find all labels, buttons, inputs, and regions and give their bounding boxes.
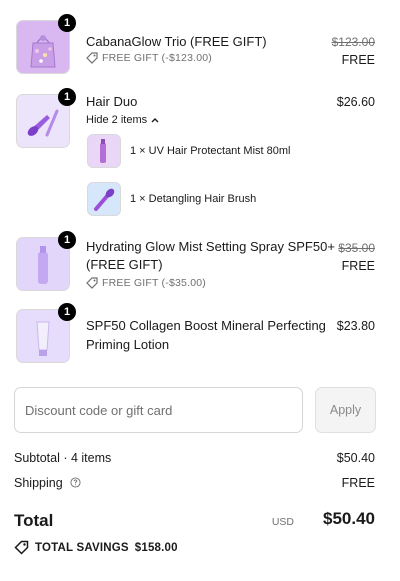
- chevron-up-icon: [151, 118, 159, 123]
- question-circle-icon[interactable]: [70, 477, 81, 488]
- line-item-glow-mist: 1 Hydrating Glow Mist Setting Spray SPF5…: [0, 231, 400, 297]
- product-name-line1: SPF50 Collagen Boost Mineral Perfecting: [86, 318, 326, 333]
- quantity-badge: 1: [58, 231, 76, 249]
- lotion-tube-image: 1: [16, 303, 76, 363]
- total-label: Total: [14, 511, 54, 530]
- tag-icon: [14, 540, 29, 555]
- product-name-line2: Priming Lotion: [86, 337, 170, 352]
- shipping-row: Shipping FREE: [14, 476, 376, 490]
- spray-bottle-image: 1: [16, 231, 76, 291]
- shipping-value: FREE: [341, 476, 375, 490]
- component-label: 1 × UV Hair Protectant Mist 80ml: [130, 145, 291, 157]
- line-item-hair-duo: 1 Hair Duo $26.60 Hide 2 items 1 × UV Ha…: [0, 88, 400, 224]
- discount-text: FREE GIFT (-$123.00): [102, 52, 213, 64]
- subtotal-label: Subtotal · 4 items: [14, 451, 112, 465]
- component-label: 1 × Detangling Hair Brush: [130, 193, 257, 205]
- hair-brush-image: [87, 182, 121, 216]
- subtotal-row: Subtotal · 4 items $50.40: [14, 451, 376, 465]
- original-price: $123.00: [331, 35, 375, 49]
- total-row: Total USD $50.40: [14, 509, 376, 533]
- line-item-collagen-lotion: 1 SPF50 Collagen Boost Mineral Perfectin…: [0, 303, 400, 365]
- discount-text: FREE GIFT (-$35.00): [102, 277, 206, 289]
- mist-bottle-image: [87, 134, 121, 168]
- item-price: FREE: [341, 259, 375, 273]
- subtotal-value: $50.40: [336, 451, 375, 465]
- product-name-line2: (FREE GIFT): [86, 257, 163, 272]
- gift-bag-image: 1: [16, 14, 76, 74]
- product-name: CabanaGlow Trio (FREE GIFT): [86, 34, 267, 49]
- item-price: $26.60: [336, 95, 375, 109]
- line-item-cabanaglow-trio: 1 CabanaGlow Trio (FREE GIFT) $123.00 FR…: [0, 14, 400, 80]
- total-savings: TOTAL SAVINGS $158.00: [14, 540, 178, 555]
- discount-code-input[interactable]: [14, 387, 303, 433]
- discount-tag: FREE GIFT (-$123.00): [86, 52, 212, 64]
- item-price: FREE: [341, 53, 375, 67]
- total-value: $50.40: [323, 509, 375, 528]
- toggle-label: Hide 2 items: [86, 114, 148, 126]
- currency-code: USD: [271, 516, 294, 528]
- apply-button[interactable]: Apply: [315, 387, 376, 433]
- shipping-label: Shipping: [14, 476, 63, 490]
- quantity-badge: 1: [58, 14, 76, 32]
- savings-value: $158.00: [134, 541, 178, 554]
- quantity-badge: 1: [58, 303, 76, 321]
- tag-icon: [86, 52, 98, 64]
- item-price: $23.80: [336, 319, 375, 333]
- tag-icon: [86, 277, 98, 289]
- discount-tag: FREE GIFT (-$35.00): [86, 277, 206, 289]
- savings-label: TOTAL SAVINGS: [35, 541, 129, 554]
- discount-form: Apply: [14, 387, 376, 433]
- product-name-line1: Hydrating Glow Mist Setting Spray SPF50+: [86, 239, 335, 254]
- quantity-badge: 1: [58, 88, 76, 106]
- original-price: $35.00: [338, 241, 375, 255]
- hair-duo-image: 1: [16, 88, 76, 148]
- product-name: Hair Duo: [86, 94, 138, 109]
- hide-items-toggle[interactable]: Hide 2 items: [86, 114, 159, 126]
